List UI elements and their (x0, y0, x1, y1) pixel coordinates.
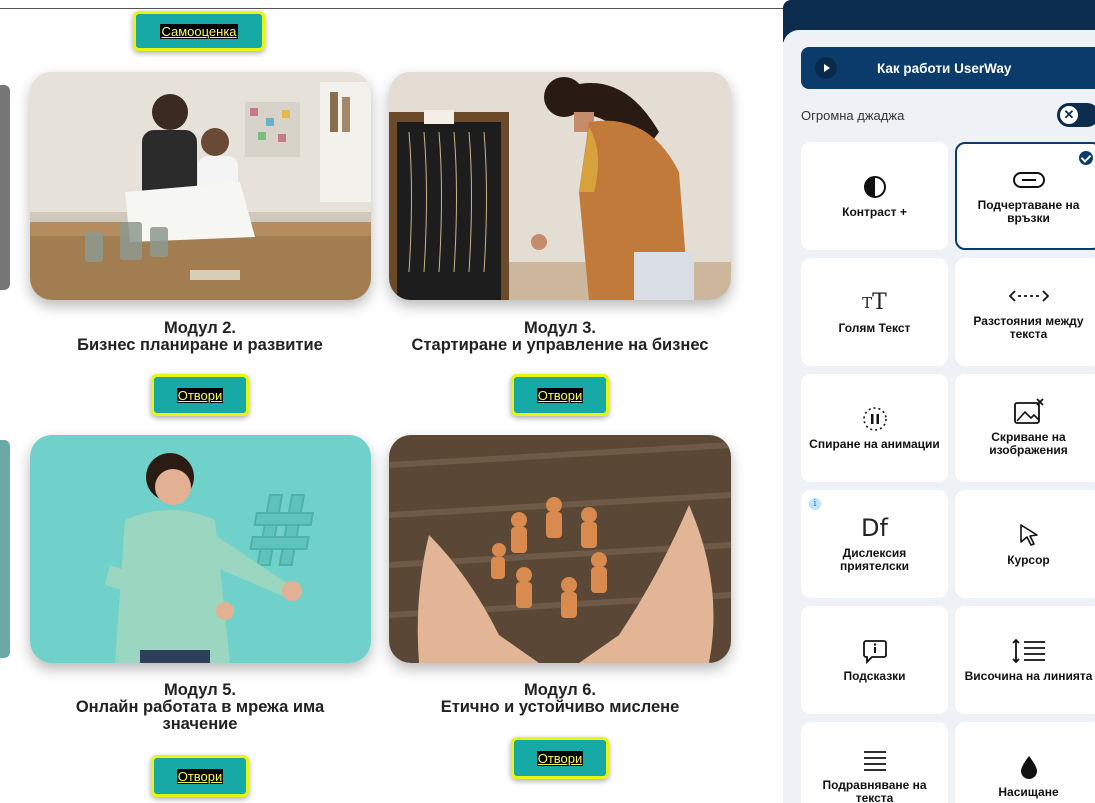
check-icon (1079, 151, 1093, 165)
cursor-tile[interactable]: Курсор (955, 490, 1095, 598)
dyslexia-friendly-tile[interactable]: i Df Дислексия приятелски (801, 490, 948, 598)
open-module-5-button[interactable]: Отвори (151, 755, 249, 797)
saturation-tile[interactable]: Насищане (955, 722, 1095, 803)
close-icon: ✕ (1060, 106, 1078, 124)
module-3-image (389, 72, 731, 300)
play-icon (815, 57, 837, 79)
highlight-links-tile[interactable]: Подчертаване на връзки (955, 142, 1095, 250)
module-5-image (30, 435, 371, 663)
cursor-icon (1018, 522, 1040, 548)
hide-images-tile[interactable]: Скриване на изображения (955, 374, 1095, 482)
module-2-title: Модул 2. Бизнес планиране и развитие (77, 319, 323, 354)
module-6-title: Модул 6. Етично и устойчиво мислене (440, 681, 680, 716)
accessibility-panel: Как работи UserWay Огромна джаджа ✕ Конт… (783, 30, 1095, 803)
text-size-icon: TT (862, 290, 887, 315)
contrast-tile[interactable]: Контраст + (801, 142, 948, 250)
tooltip-icon (862, 638, 888, 664)
module-2-image (30, 72, 371, 300)
pause-animation-icon (861, 406, 889, 432)
larger-text-tile[interactable]: TT Голям Текст (801, 258, 948, 366)
text-align-icon (862, 747, 888, 773)
text-align-tile[interactable]: Подравняване на текста (801, 722, 948, 803)
how-userway-works-button[interactable]: Как работи UserWay (801, 47, 1095, 89)
oversized-widget-toggle[interactable]: ✕ (1057, 103, 1095, 127)
open-module-3-button[interactable]: Отвори (511, 374, 609, 416)
left-partial-card (0, 440, 10, 658)
text-spacing-tile[interactable]: Разстояния между текста (955, 258, 1095, 366)
open-module-2-button[interactable]: Отвори (151, 374, 249, 416)
oversized-widget-row: Огромна джаджа ✕ (801, 102, 1095, 128)
module-3-title: Модул 3. Стартиране и управление на бизн… (411, 319, 709, 354)
dyslexia-icon: Df (861, 514, 888, 542)
text-spacing-icon (1008, 283, 1049, 309)
info-icon[interactable]: i (809, 498, 821, 510)
line-height-icon (1011, 638, 1047, 664)
hide-image-icon (1013, 398, 1045, 425)
saturation-icon (1019, 754, 1039, 780)
module-5-title: Модул 5. Онлайн работата в мрежа има зна… (75, 681, 325, 733)
link-icon (1012, 167, 1046, 193)
tooltips-tile[interactable]: Подсказки (801, 606, 948, 714)
line-height-tile[interactable]: Височина на линията (955, 606, 1095, 714)
course-modules-area: Самооценка Модул 2. Бизнес планиране и р… (0, 0, 785, 803)
module-6-image (389, 435, 731, 663)
left-partial-card (0, 85, 10, 290)
header-divider (0, 8, 785, 9)
pause-animations-tile[interactable]: Спиране на анимации (801, 374, 948, 482)
contrast-icon (863, 174, 887, 200)
self-assessment-button[interactable]: Самооценка (133, 11, 265, 51)
open-module-6-button[interactable]: Отвори (511, 737, 609, 779)
